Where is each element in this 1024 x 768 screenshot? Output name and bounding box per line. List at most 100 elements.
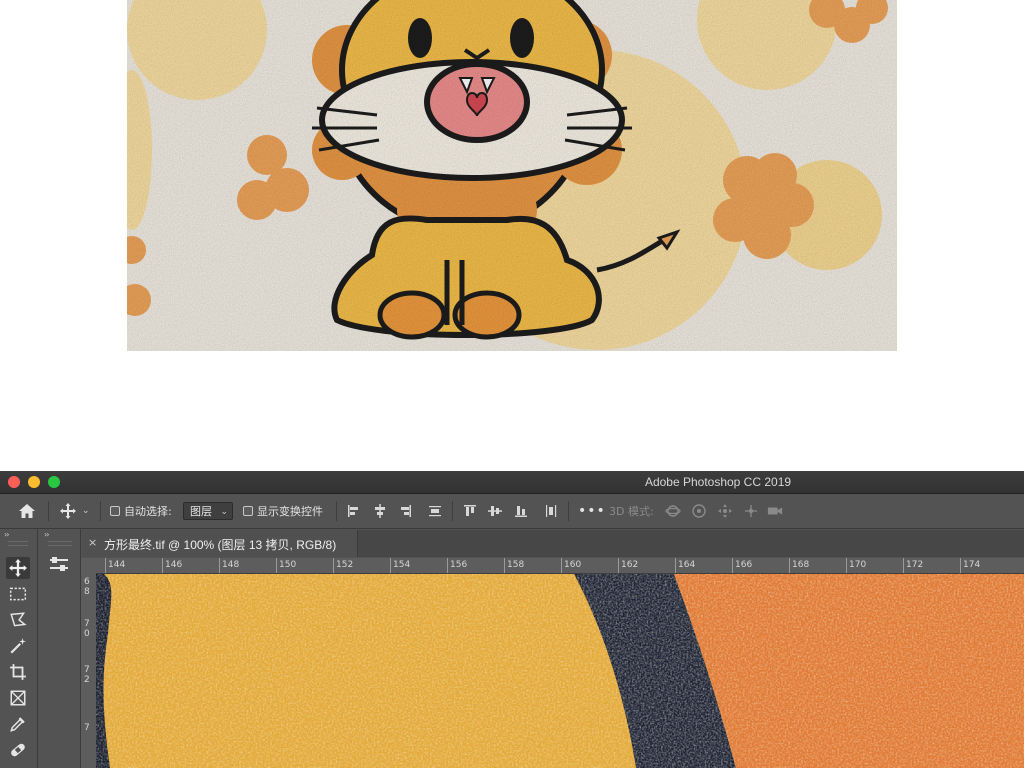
distribute-horizontal-icon[interactable] — [543, 503, 559, 519]
ruler-tick-mark — [447, 558, 448, 573]
lion-illustration — [127, 0, 897, 351]
move-icon — [9, 559, 27, 577]
healing-brush-tool[interactable] — [6, 739, 30, 761]
ruler-tick-label: 164 — [678, 560, 696, 570]
document-tab[interactable]: × 方形最终.tif @ 100% (图层 13 拷贝, RGB/8) — [82, 530, 358, 557]
ruler-tick-label: 170 — [849, 560, 867, 570]
panel-grip[interactable] — [8, 541, 28, 546]
rectangular-marquee-icon — [9, 587, 27, 601]
auto-select-dropdown[interactable]: 图层 ⌄ — [183, 502, 233, 520]
auto-select-checkbox[interactable]: 自动选择: — [110, 494, 172, 528]
lasso-tool[interactable] — [6, 609, 30, 631]
align-horizontal-centers-icon[interactable] — [372, 503, 388, 519]
3d-orbit-icon[interactable] — [665, 503, 681, 519]
align-left-edges-icon[interactable] — [346, 503, 362, 519]
separator — [568, 501, 569, 521]
options-bar: ⌄ 自动选择: 图层 ⌄ 显示变换控件 ••• 3D 模式: — [0, 494, 1024, 529]
ruler-tick-label: 0 — [84, 629, 90, 639]
distribute-vertical-icon[interactable] — [427, 503, 443, 519]
ruler-tick-label: 152 — [336, 560, 354, 570]
ruler-tick-mark — [789, 558, 790, 573]
properties-panel-button[interactable] — [47, 553, 71, 575]
ruler-tick-label: 156 — [450, 560, 468, 570]
sliders-icon — [50, 557, 68, 571]
checkbox-box[interactable] — [110, 506, 120, 516]
home-icon — [19, 504, 35, 518]
align-bottom-edges-icon[interactable] — [513, 503, 529, 519]
ruler-tick-label: 7 — [84, 723, 90, 733]
tool-preset-picker[interactable]: ⌄ — [60, 494, 90, 528]
ruler-tick-label: 7 — [84, 665, 90, 675]
checkbox-box[interactable] — [243, 506, 253, 516]
auto-select-label: 自动选择: — [124, 505, 172, 518]
ruler-tick-label: 154 — [393, 560, 411, 570]
3d-pan-icon[interactable] — [717, 503, 733, 519]
ruler-tick-label: 158 — [507, 560, 525, 570]
ruler-tick-label: 8 — [84, 587, 90, 597]
separator — [452, 501, 453, 521]
magic-wand-tool[interactable] — [6, 635, 30, 657]
window-title: Adobe Photoshop CC 2019 — [644, 475, 792, 489]
ruler-tick-mark — [162, 558, 163, 573]
frame-icon — [10, 690, 26, 706]
ruler-tick-mark — [846, 558, 847, 573]
auto-select-value: 图层 — [190, 505, 212, 518]
vertical-ruler[interactable]: 6870727 — [81, 573, 97, 768]
more-icon: ••• — [578, 503, 606, 519]
panel-grip[interactable] — [48, 541, 72, 546]
home-button[interactable] — [18, 494, 36, 528]
document-tab-title: 方形最终.tif @ 100% (图层 13 拷贝, RGB/8) — [104, 538, 337, 552]
maximize-window-button[interactable] — [48, 476, 60, 488]
ruler-tick-mark — [390, 558, 391, 573]
align-vertical-centers-icon[interactable] — [487, 503, 503, 519]
align-top-edges-icon[interactable] — [462, 503, 478, 519]
chevron-down-icon: ⌄ — [220, 507, 228, 517]
ruler-tick-label: 160 — [564, 560, 582, 570]
ruler-tick-mark — [960, 558, 961, 573]
close-tab-icon[interactable]: × — [88, 536, 97, 549]
move-icon — [60, 503, 76, 519]
marquee-tool[interactable] — [6, 583, 30, 605]
show-transform-label: 显示变换控件 — [257, 505, 323, 518]
ruler-tick-label: 148 — [222, 560, 240, 570]
collapse-panel-button[interactable]: ›› — [4, 530, 10, 539]
lion-cartoon-image — [127, 0, 897, 351]
document-canvas[interactable] — [96, 574, 1024, 768]
3d-slide-icon[interactable] — [743, 503, 759, 519]
horizontal-ruler[interactable]: 144 146 148 150 152 154 156 158 160 162 164 166 168 1… — [96, 558, 1024, 574]
tab-bar-empty — [358, 530, 1024, 557]
bandage-icon — [11, 743, 25, 757]
minimize-window-button[interactable] — [28, 476, 40, 488]
collapse-panel-button[interactable]: ›› — [44, 530, 50, 539]
ruler-tick-label: 162 — [621, 560, 639, 570]
ruler-tick-label: 166 — [735, 560, 753, 570]
show-transform-checkbox[interactable]: 显示变换控件 — [243, 494, 323, 528]
eyedropper-icon — [10, 717, 25, 732]
title-bar: Adobe Photoshop CC 2019 — [0, 471, 1024, 494]
frame-tool[interactable] — [6, 687, 30, 709]
separator — [336, 501, 337, 521]
ruler-tick-mark — [732, 558, 733, 573]
polygonal-lasso-icon — [10, 612, 27, 627]
3d-roll-icon[interactable] — [691, 503, 707, 519]
chevron-down-icon: ⌄ — [82, 506, 90, 516]
3d-camera-icon[interactable] — [767, 503, 783, 519]
ruler-origin[interactable] — [81, 558, 96, 573]
ruler-tick-label: 6 — [84, 577, 90, 587]
ruler-tick-mark — [903, 558, 904, 573]
crop-tool[interactable] — [6, 661, 30, 683]
ruler-tick-mark — [276, 558, 277, 573]
close-window-button[interactable] — [8, 476, 20, 488]
ruler-tick-label: 2 — [84, 675, 90, 685]
separator — [100, 501, 101, 521]
ruler-tick-mark — [333, 558, 334, 573]
more-options-button[interactable]: ••• — [578, 494, 606, 528]
ruler-tick-label: 146 — [165, 560, 183, 570]
align-right-edges-icon[interactable] — [397, 503, 413, 519]
eyedropper-tool[interactable] — [6, 713, 30, 735]
ruler-tick-mark — [561, 558, 562, 573]
move-tool[interactable] — [6, 557, 30, 579]
separator — [48, 501, 49, 521]
ruler-tick-mark — [105, 558, 106, 573]
ruler-tick-label: 7 — [84, 619, 90, 629]
